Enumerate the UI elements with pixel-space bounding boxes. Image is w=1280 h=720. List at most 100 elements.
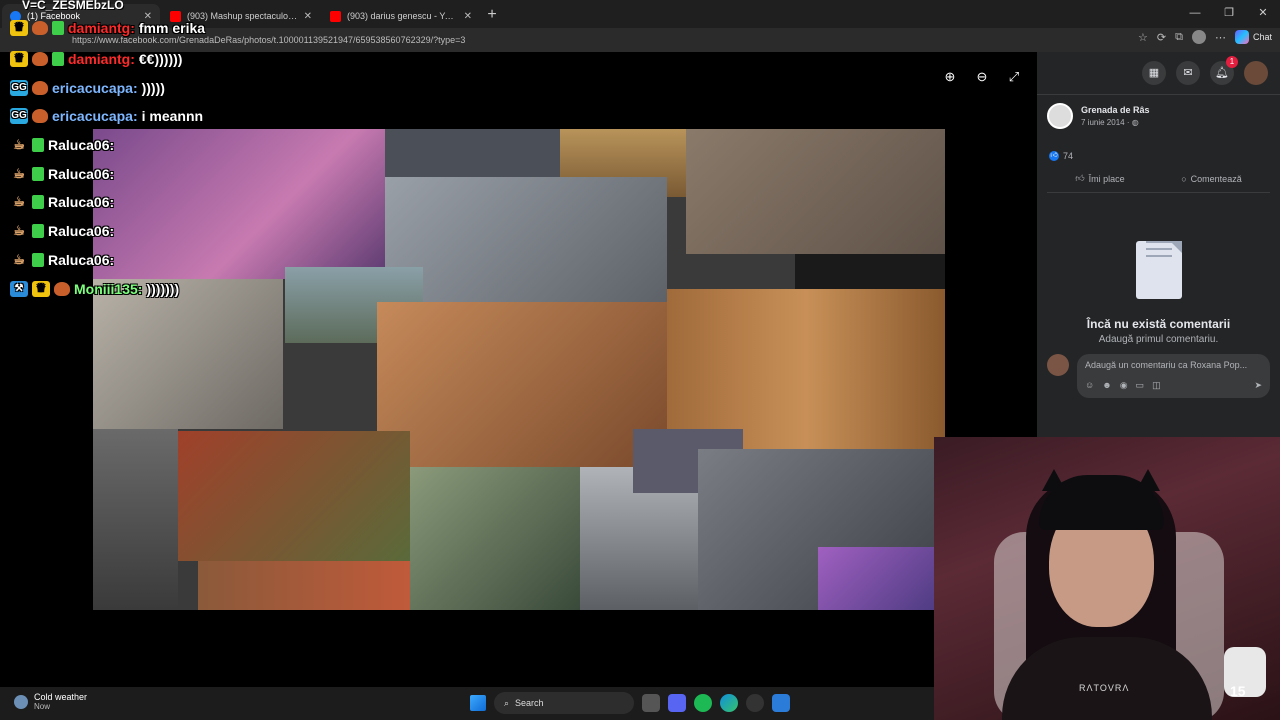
- empty-comments-title: Încă nu există comentarii: [1086, 317, 1231, 331]
- document-icon: [1135, 241, 1182, 299]
- collage-photo: [385, 129, 560, 177]
- commenter-avatar: [1047, 354, 1069, 376]
- comment-label: Comentează: [1190, 173, 1242, 184]
- webcam-overlay: RΛTOVRΛ 15: [934, 437, 1280, 720]
- app-icon[interactable]: [772, 694, 790, 712]
- chat-username: Raluca06:: [48, 166, 115, 182]
- beanie-ear-left: [1042, 469, 1066, 491]
- chat-button[interactable]: Chat: [1234, 30, 1272, 44]
- collage-photo: [178, 431, 410, 561]
- spotify-icon[interactable]: [694, 694, 712, 712]
- gg-badge-icon: GG: [10, 80, 28, 96]
- window-controls: — ❐ ✕: [1178, 0, 1280, 28]
- notifications-icon[interactable]: 🔔︎ 1: [1210, 56, 1238, 85]
- crown-badge-icon: ♛: [32, 281, 50, 297]
- sticker-icon[interactable]: ◫: [1152, 380, 1161, 391]
- zoom-out-icon[interactable]: ⊖: [973, 68, 991, 86]
- discord-icon[interactable]: [668, 694, 686, 712]
- weather-subtitle: Now: [34, 702, 51, 711]
- chat-message: GG ericacucapa: i meannn: [10, 108, 203, 124]
- gif-icon[interactable]: ▭: [1136, 380, 1145, 391]
- photo-viewer: ⊕ ⊖ ⤢: [0, 52, 1037, 687]
- bookmark-icon[interactable]: ☆: [1138, 31, 1148, 44]
- messenger-icon[interactable]: ✉: [1176, 61, 1200, 85]
- chat-message: ☕︎ Raluca06:: [10, 223, 118, 239]
- camera-icon[interactable]: ◉: [1120, 380, 1128, 391]
- refresh-icon[interactable]: ⟳: [1157, 31, 1166, 44]
- avatar-sticker-icon[interactable]: ☺: [1085, 380, 1094, 391]
- edge-icon[interactable]: [720, 694, 738, 712]
- profile-avatar[interactable]: [1191, 30, 1206, 44]
- collage-photo: [93, 279, 283, 429]
- chat-message: ♛ damiantg: €€)))))): [10, 51, 182, 67]
- youtube-icon: [330, 10, 341, 22]
- comment-composer: Adaugă un comentariu ca Roxana Pop... ☺ …: [1047, 354, 1270, 398]
- coffee-badge-icon: ☕︎: [13, 223, 25, 238]
- chat-message: ☕︎ Raluca06:: [10, 166, 118, 182]
- comment-input[interactable]: Adaugă un comentariu ca Roxana Pop... ☺ …: [1077, 354, 1270, 398]
- url-field[interactable]: https://www.facebook.com/GrenadaDeRas/ph…: [58, 32, 1068, 48]
- viewer-tools: ⊕ ⊖ ⤢: [941, 68, 1023, 86]
- chat-label: Chat: [1252, 32, 1272, 42]
- chat-username: damiantg:: [68, 51, 135, 67]
- close-window-icon[interactable]: ✕: [1246, 0, 1280, 28]
- collage-photo: [686, 129, 945, 254]
- account-avatar[interactable]: [1244, 61, 1268, 85]
- copilot-icon: [1234, 30, 1249, 44]
- like-label: Îmi place: [1088, 173, 1125, 184]
- search-label: Search: [515, 698, 544, 708]
- fullscreen-icon[interactable]: ⤢: [1005, 68, 1023, 86]
- send-icon[interactable]: ➤: [1254, 380, 1262, 391]
- emoji-icon[interactable]: ☻: [1102, 380, 1111, 391]
- post-date: 7 iunie 2014 · ◍: [1081, 118, 1150, 127]
- menu-grid-icon[interactable]: ▦: [1142, 61, 1166, 85]
- facebook-post-panel: ▦ ✉ 🔔︎ 1 Grenada de Râs 7 iunie 2014 · ◍ …: [1037, 52, 1280, 437]
- plant-badge-icon: [32, 138, 44, 152]
- close-icon[interactable]: ✕: [304, 11, 312, 22]
- like-button[interactable]: 👍︎ Îmi place: [1075, 173, 1124, 184]
- plant-badge-icon: [52, 21, 64, 35]
- photo-collage[interactable]: [93, 129, 945, 610]
- taskbar-search[interactable]: ⌕ Search: [494, 692, 634, 714]
- zoom-in-icon[interactable]: ⊕: [941, 68, 959, 86]
- comment-button[interactable]: ○ Comentează: [1181, 173, 1241, 184]
- comment-bubble-icon: ○: [1181, 173, 1187, 184]
- windows-start-icon[interactable]: [470, 695, 486, 711]
- globe-icon: ◍: [1131, 118, 1139, 127]
- more-menu-icon[interactable]: ⋯: [1215, 31, 1226, 44]
- reaction-count: 74: [1063, 151, 1074, 161]
- tab-title: (903) darius genescu - YouTube: [347, 11, 458, 21]
- fox-badge-icon: [32, 52, 48, 66]
- thumbs-up-icon: 👍︎: [1075, 173, 1085, 183]
- obs-icon[interactable]: [746, 694, 764, 712]
- chat-username: Moniii135:: [74, 281, 143, 297]
- collage-photo: [377, 302, 667, 467]
- maximize-icon[interactable]: ❐: [1212, 0, 1246, 28]
- chat-message: ☕︎ Raluca06:: [10, 137, 118, 153]
- coffee-badge-icon: ☕︎: [13, 252, 25, 267]
- plant-badge-icon: [32, 195, 44, 209]
- comment-tools: ☺ ☻ ◉ ▭ ◫ ➤: [1085, 380, 1262, 391]
- extensions-icon[interactable]: ⧉: [1175, 31, 1183, 44]
- minimize-icon[interactable]: —: [1178, 0, 1212, 28]
- coffee-badge-icon: ☕︎: [13, 194, 25, 209]
- chat-username: Raluca06:: [48, 137, 115, 153]
- overlay-counter: 15: [1230, 683, 1246, 699]
- chat-message: ☕︎ Raluca06:: [10, 252, 118, 268]
- page-name[interactable]: Grenada de Râs: [1081, 105, 1150, 115]
- wrench-badge-icon: ⚒: [10, 281, 28, 297]
- new-tab-button[interactable]: +: [480, 4, 504, 28]
- dragon-badge-icon: [54, 282, 70, 296]
- collage-photo: [93, 129, 385, 279]
- reactions-row[interactable]: 👍︎ 74: [1037, 137, 1280, 165]
- beanie-ear-right: [1136, 469, 1160, 491]
- weather-widget[interactable]: Cold weather Now: [14, 692, 87, 711]
- taskbar-apps: ⌕ Search: [470, 692, 790, 714]
- chat-text: fmm erika: [138, 20, 206, 36]
- close-icon[interactable]: ✕: [464, 11, 472, 22]
- tab-youtube-darius[interactable]: (903) darius genescu - YouTube ✕: [322, 4, 480, 28]
- page-avatar[interactable]: [1047, 103, 1073, 129]
- task-view-icon[interactable]: [642, 694, 660, 712]
- empty-comments-subtitle: Adaugă primul comentariu.: [1098, 334, 1219, 345]
- collage-photo: [667, 289, 945, 449]
